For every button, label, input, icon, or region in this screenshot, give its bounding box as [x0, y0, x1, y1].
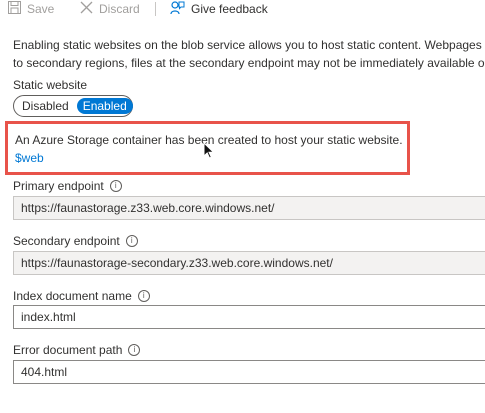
- info-icon[interactable]: i: [125, 235, 138, 247]
- give-feedback-button[interactable]: Give feedback: [170, 0, 268, 18]
- info-icon[interactable]: i: [109, 180, 122, 192]
- index-document-value: index.html: [21, 310, 76, 324]
- save-icon: [8, 1, 21, 17]
- static-website-toggle[interactable]: Disabled Enabled: [13, 95, 133, 117]
- toolbar-divider: [155, 2, 156, 16]
- index-document-input[interactable]: index.html: [13, 305, 485, 329]
- save-label: Save: [27, 2, 55, 16]
- close-icon: [80, 1, 93, 17]
- primary-endpoint-label: Primary endpoint i: [13, 179, 122, 193]
- error-document-input[interactable]: 404.html: [13, 360, 485, 384]
- save-button[interactable]: Save: [8, 0, 54, 18]
- give-feedback-label: Give feedback: [191, 2, 268, 16]
- error-document-label: Error document path i: [13, 343, 141, 357]
- index-document-label: Index document name i: [13, 289, 150, 303]
- description-text: Enabling static websites on the blob ser…: [13, 36, 485, 72]
- discard-label: Discard: [99, 2, 140, 16]
- feedback-icon: [170, 0, 185, 18]
- description-line: to secondary regions, files at the secon…: [13, 56, 485, 70]
- error-document-value: 404.html: [21, 365, 68, 379]
- toggle-option-disabled[interactable]: Disabled: [16, 98, 75, 114]
- primary-endpoint-value: https://faunastorage.z33.web.core.window…: [21, 201, 275, 215]
- mouse-pointer-icon: [203, 141, 215, 162]
- info-icon[interactable]: i: [137, 290, 150, 302]
- info-icon[interactable]: i: [128, 344, 141, 356]
- command-bar: Save Discard Give feedback: [0, 0, 485, 20]
- secondary-endpoint-value: https://faunastorage-secondary.z33.web.c…: [21, 256, 333, 270]
- secondary-endpoint-label: Secondary endpoint i: [13, 234, 138, 248]
- discard-button[interactable]: Discard: [80, 0, 140, 18]
- static-website-label: Static website: [13, 78, 88, 92]
- primary-endpoint-field[interactable]: https://faunastorage.z33.web.core.window…: [13, 196, 485, 220]
- secondary-endpoint-field[interactable]: https://faunastorage-secondary.z33.web.c…: [13, 251, 485, 275]
- toggle-option-enabled[interactable]: Enabled: [76, 98, 133, 114]
- description-line: Enabling static websites on the blob ser…: [13, 38, 485, 52]
- web-container-link[interactable]: $web: [15, 151, 44, 165]
